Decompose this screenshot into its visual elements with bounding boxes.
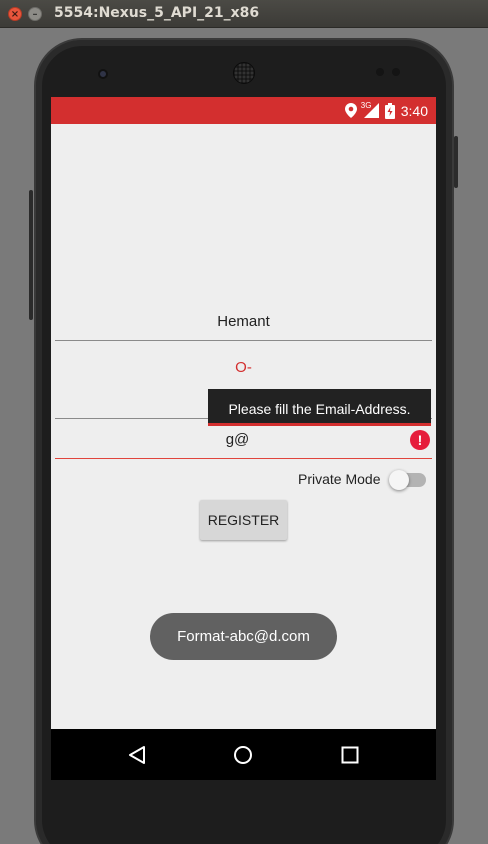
signal-icon: 3G (360, 101, 379, 118)
name-field[interactable]: Hemant (55, 313, 432, 341)
volume-button[interactable] (29, 190, 33, 320)
private-mode-switch-thumb[interactable] (389, 470, 409, 490)
location-icon (344, 103, 357, 118)
window-title: 5554:Nexus_5_API_21_x86 (54, 5, 260, 21)
battery-icon (384, 102, 395, 119)
light-sensor (392, 68, 400, 76)
network-type-label: 3G (360, 101, 372, 110)
earpiece-speaker (233, 62, 255, 84)
navigation-bar (51, 729, 436, 780)
proximity-sensor (376, 68, 384, 76)
front-camera (98, 69, 108, 79)
blood-group-field[interactable]: O- (55, 359, 432, 381)
status-bar: 3G 3:40 (51, 97, 436, 124)
power-button[interactable] (454, 136, 458, 188)
back-icon (129, 745, 145, 764)
email-value: g@ (225, 431, 250, 448)
register-button[interactable]: REGISTER (200, 500, 287, 540)
name-value: Hemant (217, 313, 270, 330)
private-mode-label: Private Mode (298, 471, 381, 487)
blood-group-value: O- (235, 359, 252, 376)
window-titlebar: × – 5554:Nexus_5_API_21_x86 (0, 0, 488, 28)
phone-screen: 3G 3:40 Hemant O- 556622 Please fill the… (51, 97, 436, 780)
email-field[interactable]: g@ (55, 431, 432, 459)
error-tooltip: Please fill the Email-Address. (208, 389, 431, 426)
recents-icon (341, 746, 359, 763)
window-close-button[interactable]: × (8, 7, 22, 21)
home-icon (234, 745, 252, 764)
error-icon[interactable]: ! (410, 430, 430, 450)
window-minimize-button[interactable]: – (28, 7, 42, 21)
toast-message: Format-abc@d.com (150, 613, 337, 660)
status-time: 3:40 (400, 102, 428, 119)
nav-home-button[interactable] (213, 729, 273, 780)
nav-back-button[interactable] (107, 729, 167, 780)
nav-recents-button[interactable] (320, 729, 380, 780)
